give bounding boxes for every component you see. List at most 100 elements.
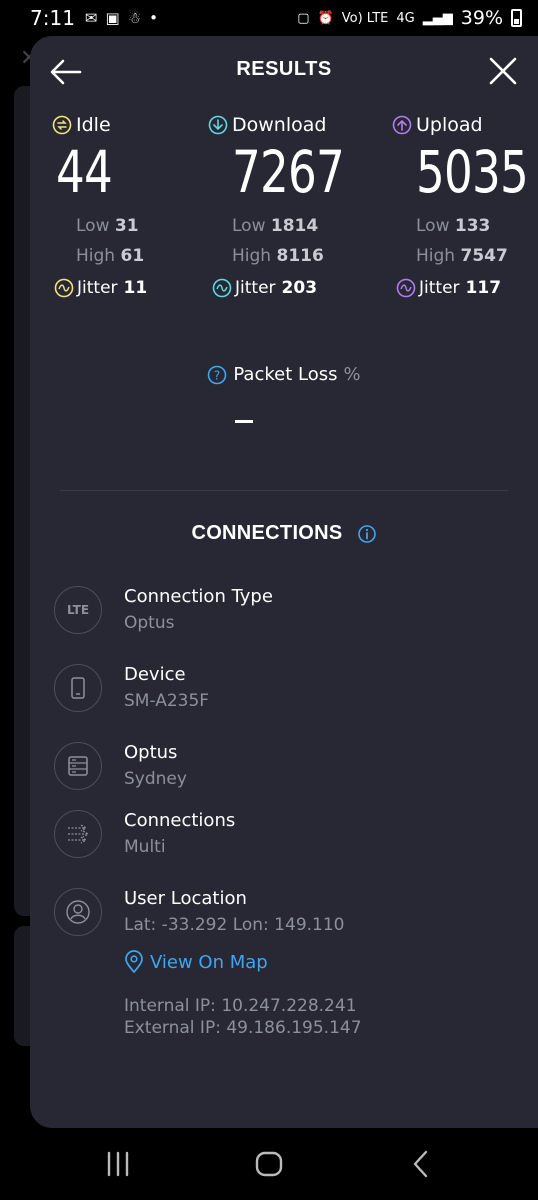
upload-icon [392,115,412,135]
connections-title: CONNECTIONS [191,522,343,544]
connections-label: Connections [124,810,236,831]
idle-jitter-value: 11 [123,278,148,298]
page-title: RESULTS [236,58,332,80]
download-low: Low 1814 [232,216,376,236]
internal-ip: Internal IP: 10.247.228.241 [124,996,357,1016]
back-nav-icon[interactable] [408,1148,432,1180]
status-bar: 7:11 ✉ ▣ ☃ • ▢ ⏰ Vo) LTE 4G ▂▄▆ 39% [0,0,538,36]
home-icon[interactable] [254,1148,284,1180]
idle-header: Idle [52,114,147,136]
upload-jitter-value: 117 [465,278,502,298]
upload-high-label: High [416,246,456,266]
upload-jitter-label: Jitter [419,278,460,298]
server-icon [54,742,102,790]
connections-row: Connections Multi [54,810,235,858]
network-indicator: 4G [396,10,415,26]
connection-type-label: Connection Type [124,586,273,607]
signal-icon: ▂▄▆ [422,10,453,26]
upload-low: Low 133 [416,216,538,236]
download-high-value: 8116 [276,246,324,266]
download-header: Download [208,114,376,136]
idle-jitter: Jitter 11 [54,278,147,298]
lte-icon: LTE [54,586,102,634]
dot-icon: • [149,9,158,27]
connection-type-row: LTE Connection Type Optus [54,586,273,634]
external-ip: External IP: 49.186.195.147 [124,1018,362,1038]
idle-high: High 61 [76,246,147,266]
packet-loss: ? Packet Loss % [30,364,538,385]
upload-jitter-icon [396,278,416,298]
idle-high-value: 61 [120,246,145,266]
upload-high: High 7547 [416,246,538,266]
download-metric: Download 7267 Low 1814 High 8116 Jitter 2… [208,114,376,298]
upload-label: Upload [416,114,483,136]
status-right: ▢ ⏰ Vo) LTE 4G ▂▄▆ 39% [297,7,522,29]
help-icon[interactable]: ? [207,365,227,385]
close-icon[interactable] [486,54,520,88]
download-jitter: Jitter 203 [212,278,376,298]
user-location-row: User Location Lat: -33.292 Lon: 149.110 [54,888,345,936]
phone-icon [54,664,102,712]
recent-apps-icon[interactable] [104,1148,132,1180]
user-location-label: User Location [124,888,247,909]
packet-loss-label: Packet Loss [233,364,338,385]
background-screen: ✕ [0,36,38,1126]
status-time: 7:11 [30,6,75,30]
download-high: High 8116 [232,246,376,266]
user-location-value: Lat: -33.292 Lon: 149.110 [124,915,345,935]
navigation-bar [0,1128,538,1200]
user-icon [54,888,102,936]
download-jitter-icon [212,278,232,298]
server-row: Optus Sydney [54,742,187,790]
multi-connection-icon [54,810,102,858]
nfc-icon: ▢ [297,10,310,26]
server-label: Optus [124,742,178,763]
connections-heading: CONNECTIONS [30,522,538,545]
download-low-value: 1814 [270,216,319,236]
idle-low: Low 31 [76,216,147,236]
idle-icon [52,115,72,135]
download-jitter-value: 203 [281,278,318,298]
idle-jitter-icon [54,278,74,298]
results-panel: RESULTS Idle 44 Low 31 High 61 Jitter11 [30,36,538,1128]
packet-loss-unit: % [343,364,361,385]
device-row: Device SM-A235F [54,664,209,712]
notification-icon: ☃ [127,9,142,27]
divider [60,490,508,491]
idle-low-label: Low [76,216,110,236]
upload-value: 5035 [416,138,529,206]
download-value: 7267 [232,138,345,206]
idle-value: 44 [56,138,113,206]
gallery-icon: ▣ [105,9,120,27]
server-value: Sydney [124,769,187,789]
download-label: Download [232,114,327,136]
idle-high-label: High [76,246,116,266]
mail-icon: ✉ [84,9,98,27]
battery-percent: 39% [460,7,503,29]
upload-low-label: Low [416,216,450,236]
results-header: RESULTS [30,36,538,106]
idle-label: Idle [76,114,111,136]
upload-jitter: Jitter 117 [396,278,538,298]
connections-value: Multi [124,837,166,857]
download-high-label: High [232,246,272,266]
upload-low-value: 133 [454,216,491,236]
svg-text:?: ? [214,368,220,382]
battery-icon [511,9,522,27]
idle-low-value: 31 [114,216,139,236]
device-value: SM-A235F [124,691,210,711]
packet-loss-value-dash [235,420,253,423]
connection-type-value: Optus [124,613,175,633]
upload-metric: Upload 5035 Low 133 High 7547 Jitter 117 [392,114,538,298]
map-pin-icon [125,950,143,974]
alarm-icon: ⏰ [317,10,334,26]
volte-indicator: Vo) LTE [341,10,389,26]
view-on-map-link[interactable]: View On Map [124,950,268,974]
view-on-map-label: View On Map [150,951,268,973]
device-label: Device [124,664,186,685]
download-jitter-label: Jitter [235,278,276,298]
idle-metric: Idle 44 Low 31 High 61 Jitter 11 [52,114,147,298]
info-icon[interactable] [357,524,377,544]
download-low-label: Low [232,216,266,236]
idle-jitter-label: Jitter [77,278,118,298]
